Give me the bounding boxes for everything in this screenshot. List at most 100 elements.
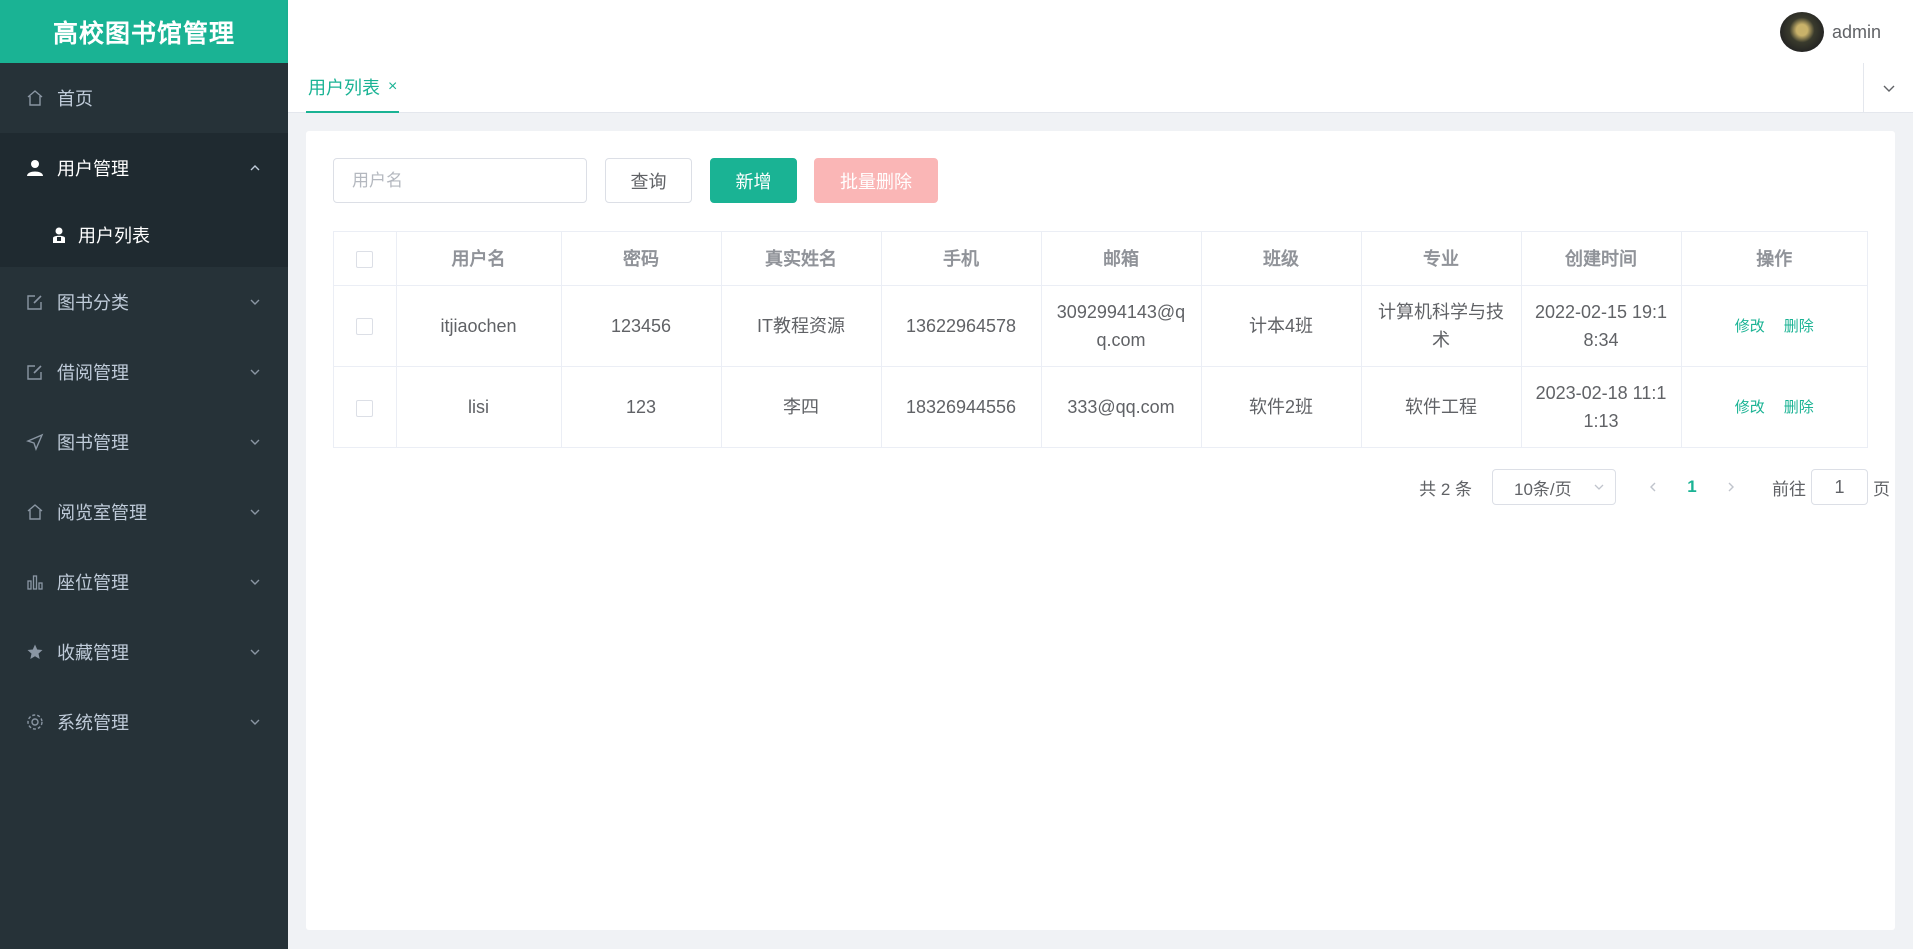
page-number-current[interactable]: 1	[1668, 477, 1716, 497]
column-header: 班级	[1201, 232, 1362, 286]
tab-user-list[interactable]: 用户列表 ×	[306, 63, 400, 113]
gear-icon	[25, 712, 45, 732]
chevron-left-icon	[1650, 482, 1656, 492]
home-icon	[25, 502, 45, 522]
edit-icon	[25, 362, 45, 382]
column-header: 操作	[1681, 232, 1867, 286]
row-select-cell	[334, 366, 397, 447]
batch-delete-button[interactable]: 批量删除	[814, 158, 938, 203]
column-header: 用户名	[396, 232, 562, 286]
chevron-down-icon	[250, 719, 260, 725]
sidebar-item-user-management[interactable]: 用户管理	[0, 133, 288, 203]
page-size-select[interactable]: 10条/页	[1492, 469, 1616, 505]
sidebar-item-home[interactable]: 首页	[0, 63, 288, 133]
table-row: itjiaochen 123456 IT教程资源 13622964578 309…	[334, 285, 1867, 367]
row-checkbox[interactable]	[356, 399, 374, 417]
edit-icon	[25, 292, 45, 312]
column-header: 专业	[1361, 232, 1522, 286]
cell-major: 软件工程	[1361, 366, 1522, 447]
page-size-value: 10条/页	[1514, 479, 1572, 499]
chevron-down-icon	[250, 439, 260, 445]
sidebar-item-seat-management[interactable]: 座位管理	[0, 547, 288, 617]
cell-class: 计本4班	[1201, 285, 1362, 367]
table-header-row: 用户名 密码 真实姓名 手机 邮箱 班级 专业 创建时间 操作	[334, 232, 1867, 286]
username-search-input[interactable]	[333, 158, 587, 203]
cell-username: lisi	[396, 366, 562, 447]
select-all-checkbox[interactable]	[356, 250, 374, 268]
sidebar-item-label: 收藏管理	[57, 643, 129, 663]
user-list-icon	[50, 226, 68, 244]
cell-username: itjiaochen	[396, 285, 562, 367]
sidebar-item-label: 座位管理	[57, 573, 129, 593]
user-name: admin	[1831, 21, 1881, 42]
send-icon	[25, 432, 45, 452]
sidebar-item-system-management[interactable]: 系统管理	[0, 687, 288, 757]
chevron-down-icon	[250, 649, 260, 655]
cell-realname: 李四	[721, 366, 882, 447]
cell-phone: 13622964578	[881, 285, 1042, 367]
goto-suffix: 页	[1873, 479, 1890, 499]
edit-link[interactable]: 修改	[1735, 318, 1765, 335]
home-icon	[25, 88, 45, 108]
cell-email: 333@qq.com	[1041, 366, 1202, 447]
goto-page: 前往 页	[1772, 469, 1890, 505]
toolbar: 查询 新增 批量删除	[333, 158, 938, 203]
sidebar-item-label: 图书分类	[57, 293, 129, 313]
chevron-down-icon	[250, 299, 260, 305]
cell-realname: IT教程资源	[721, 285, 882, 367]
tabs-dropdown-button[interactable]	[1863, 63, 1913, 113]
column-header: 密码	[561, 232, 722, 286]
tabs-bar: 用户列表 ×	[288, 63, 1913, 113]
sidebar-item-book-category[interactable]: 图书分类	[0, 267, 288, 337]
goto-page-input[interactable]	[1811, 469, 1868, 505]
cell-actions: 修改 删除	[1681, 285, 1867, 367]
chevron-up-icon	[250, 165, 260, 171]
column-header: 手机	[881, 232, 1042, 286]
sidebar-item-label: 用户管理	[57, 159, 129, 179]
user-table: 用户名 密码 真实姓名 手机 邮箱 班级 专业 创建时间 操作 itjiaoch…	[333, 231, 1868, 448]
delete-link[interactable]: 删除	[1784, 318, 1814, 335]
cell-phone: 18326944556	[881, 366, 1042, 447]
pagination: 共 2 条 10条/页 1 前往 页	[1419, 469, 1890, 505]
cell-actions: 修改 删除	[1681, 366, 1867, 447]
select-all-cell	[334, 232, 397, 286]
sidebar-item-reading-room[interactable]: 阅览室管理	[0, 477, 288, 547]
sidebar-item-label: 图书管理	[57, 433, 129, 453]
sidebar-subitem-label: 用户列表	[78, 226, 150, 246]
row-checkbox[interactable]	[356, 318, 374, 336]
top-header: admin	[288, 0, 1913, 63]
column-header: 创建时间	[1521, 232, 1682, 286]
sidebar-item-favorites[interactable]: 收藏管理	[0, 617, 288, 687]
pagination-total: 共 2 条	[1419, 479, 1472, 499]
cell-password: 123456	[561, 285, 722, 367]
prev-page-button[interactable]	[1638, 469, 1668, 505]
next-page-button[interactable]	[1716, 469, 1746, 505]
chevron-down-icon	[250, 509, 260, 515]
close-icon[interactable]: ×	[388, 78, 397, 96]
edit-link[interactable]: 修改	[1735, 399, 1765, 416]
row-select-cell	[334, 285, 397, 367]
user-icon	[25, 158, 45, 178]
sidebar-item-label: 系统管理	[57, 713, 129, 733]
content-card: 查询 新增 批量删除 用户名 密码 真实姓名 手机 邮箱 班级 专业	[306, 131, 1895, 930]
chevron-right-icon	[1728, 482, 1734, 492]
chevron-down-icon	[1883, 85, 1894, 92]
cell-email: 3092994143@qq.com	[1041, 285, 1202, 367]
submenu-user-management: 用户列表	[0, 203, 288, 267]
delete-link[interactable]: 删除	[1784, 399, 1814, 416]
add-button[interactable]: 新增	[710, 158, 797, 203]
cell-major: 计算机科学与技术	[1361, 285, 1522, 367]
column-header: 邮箱	[1041, 232, 1202, 286]
sidebar-item-book-management[interactable]: 图书管理	[0, 407, 288, 477]
table-row: lisi 123 李四 18326944556 333@qq.com 软件2班 …	[334, 366, 1867, 447]
sidebar-item-borrow-management[interactable]: 借阅管理	[0, 337, 288, 407]
user-menu[interactable]: admin	[1779, 12, 1881, 52]
chevron-down-icon	[250, 369, 260, 375]
sidebar-item-label: 阅览室管理	[57, 503, 147, 523]
query-button[interactable]: 查询	[605, 158, 692, 203]
cell-class: 软件2班	[1201, 366, 1362, 447]
sidebar-item-user-list[interactable]: 用户列表	[0, 203, 288, 267]
cell-created: 2022-02-15 19:18:34	[1521, 285, 1682, 367]
chevron-down-icon	[250, 579, 260, 585]
sidebar: 高校图书馆管理 首页 用户管理 用户列表 图书分类 借阅管理 图书管理 阅览室管…	[0, 0, 288, 949]
